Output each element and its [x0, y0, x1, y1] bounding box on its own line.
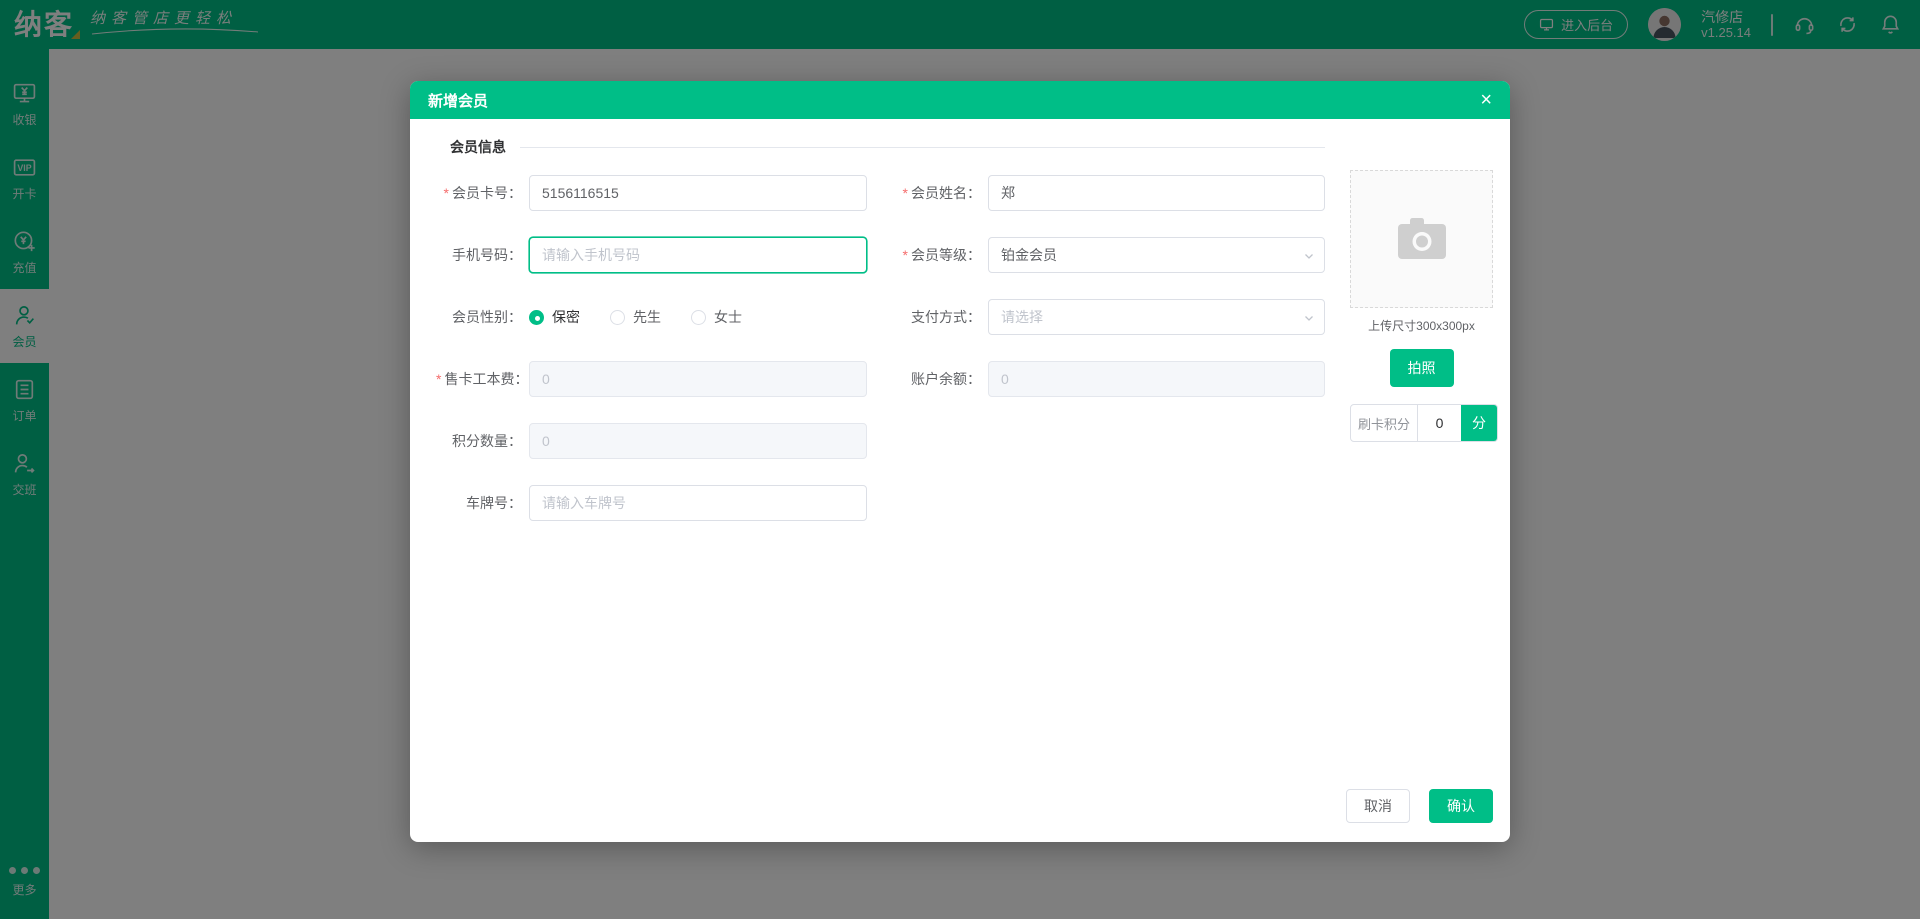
radio-dot-icon: [529, 310, 544, 325]
member-name-input[interactable]: [988, 175, 1325, 211]
payment-select[interactable]: 请选择: [988, 299, 1325, 335]
gender-label: 会员性别：: [436, 307, 522, 327]
form-row: 积分数量：: [436, 423, 1325, 459]
member-level-select[interactable]: 铂金会员: [988, 237, 1325, 273]
card-fee-input[interactable]: [529, 361, 867, 397]
member-level-value: 铂金会员: [1001, 245, 1057, 265]
swipe-points-label: 刷卡积分: [1351, 405, 1417, 441]
points-label: 积分数量：: [436, 431, 522, 451]
phone-input[interactable]: [529, 237, 867, 273]
modal-title: 新增会员: [428, 90, 488, 111]
section-title: 会员信息: [450, 137, 506, 157]
gender-radio-ms[interactable]: 女士: [691, 307, 742, 327]
add-member-modal: 新增会员 × 会员信息 会员卡号： 会员姓名：: [410, 81, 1510, 842]
payment-label: 支付方式：: [867, 307, 981, 327]
field-payment: 支付方式： 请选择: [867, 299, 1325, 335]
field-member-name: 会员姓名：: [867, 175, 1325, 211]
confirm-button[interactable]: 确认: [1429, 789, 1493, 823]
take-photo-button[interactable]: 拍照: [1390, 349, 1454, 387]
swipe-points-group: 刷卡积分 分: [1350, 404, 1498, 442]
field-member-level: 会员等级： 铂金会员: [867, 237, 1325, 273]
photo-upload-box[interactable]: [1350, 170, 1493, 308]
field-plate: 车牌号：: [436, 485, 867, 521]
section-head: 会员信息: [436, 137, 1325, 157]
balance-input[interactable]: [988, 361, 1325, 397]
radio-label: 先生: [633, 307, 661, 327]
form-row: 车牌号：: [436, 485, 1325, 521]
form-row: 会员性别： 保密 先生 女士 支付方式：: [436, 299, 1325, 335]
gender-radio-mr[interactable]: 先生: [610, 307, 661, 327]
card-no-input[interactable]: [529, 175, 867, 211]
member-name-label: 会员姓名：: [867, 183, 981, 203]
radio-label: 女士: [714, 307, 742, 327]
photo-size-hint: 上传尺寸300x300px: [1350, 317, 1493, 334]
points-input[interactable]: [529, 423, 867, 459]
field-gender: 会员性别： 保密 先生 女士: [436, 299, 867, 335]
member-level-label: 会员等级：: [867, 245, 981, 265]
cancel-button[interactable]: 取消: [1346, 789, 1410, 823]
modal-footer: 取消 确认: [1346, 789, 1493, 823]
plate-input[interactable]: [529, 485, 867, 521]
swipe-points-input[interactable]: [1417, 405, 1461, 441]
field-points: 积分数量：: [436, 423, 867, 459]
radio-label: 保密: [552, 307, 580, 327]
phone-label: 手机号码：: [436, 245, 522, 265]
form-row: 售卡工本费： 账户余额：: [436, 361, 1325, 397]
plate-label: 车牌号：: [436, 493, 522, 513]
photo-column: 上传尺寸300x300px 拍照 刷卡积分 分: [1350, 170, 1493, 442]
card-no-label: 会员卡号：: [436, 183, 522, 203]
field-phone: 手机号码：: [436, 237, 867, 273]
field-card-fee: 售卡工本费：: [436, 361, 867, 397]
payment-placeholder: 请选择: [1001, 307, 1043, 327]
field-balance: 账户余额：: [867, 361, 1325, 397]
close-icon[interactable]: ×: [1480, 90, 1492, 110]
camera-icon: [1396, 217, 1448, 261]
modal-body: 会员信息 会员卡号： 会员姓名： 手机号码：: [410, 119, 1510, 521]
field-card-no: 会员卡号：: [436, 175, 867, 211]
section-divider: [520, 147, 1325, 148]
chevron-down-icon: [1303, 312, 1315, 324]
swipe-points-unit-button[interactable]: 分: [1461, 405, 1497, 441]
form-row: 手机号码： 会员等级： 铂金会员: [436, 237, 1325, 273]
modal-header: 新增会员 ×: [410, 81, 1510, 119]
form-row: 会员卡号： 会员姓名：: [436, 175, 1325, 211]
balance-label: 账户余额：: [867, 369, 981, 389]
radio-dot-icon: [610, 310, 625, 325]
chevron-down-icon: [1303, 250, 1315, 262]
gender-radio-secret[interactable]: 保密: [529, 307, 580, 327]
card-fee-label: 售卡工本费：: [436, 369, 522, 389]
radio-dot-icon: [691, 310, 706, 325]
member-info-form: 会员信息 会员卡号： 会员姓名： 手机号码：: [436, 137, 1325, 521]
